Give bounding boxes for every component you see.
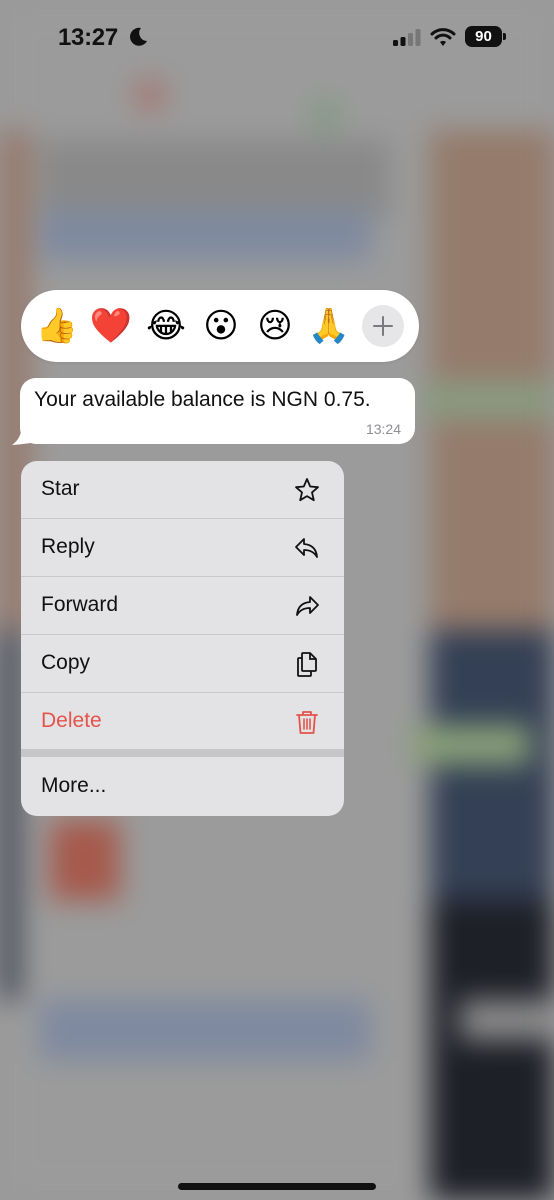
menu-item-copy[interactable]: Copy — [21, 635, 344, 692]
message-text: Your available balance is NGN 0.75. — [34, 388, 371, 411]
battery-tip — [503, 33, 506, 40]
reaction-bar: 👍 ❤️ 😂 😮 😢 🙏 — [21, 290, 419, 362]
home-indicator[interactable] — [178, 1183, 376, 1190]
star-icon — [295, 478, 319, 502]
menu-item-label: Delete — [41, 709, 102, 732]
copy-icon — [297, 652, 317, 677]
menu-section-divider — [21, 749, 344, 757]
menu-item-label: Copy — [41, 651, 91, 674]
message-bubble[interactable]: Your available balance is NGN 0.75. 13:2… — [20, 378, 415, 444]
menu-item-forward[interactable]: Forward — [21, 577, 344, 634]
menu-item-label: More... — [41, 774, 107, 797]
folded-hands-reaction[interactable]: 🙏 — [307, 304, 351, 348]
reply-icon — [295, 538, 318, 558]
menu-item-reply[interactable]: Reply — [21, 519, 344, 576]
forward-icon — [296, 596, 319, 616]
menu-item-label: Star — [41, 477, 80, 500]
thumbs-up-reaction[interactable]: 👍 — [35, 304, 79, 348]
battery-level: 90 — [465, 26, 502, 47]
menu-item-delete[interactable]: Delete — [21, 693, 344, 750]
moon-icon — [127, 26, 149, 48]
wifi-icon — [430, 26, 456, 48]
battery-icon: 90 — [465, 26, 507, 48]
context-menu: Star Reply Forward Copy Delete More... — [21, 461, 344, 816]
trash-icon — [296, 711, 318, 734]
cellular-signal-icon — [393, 29, 423, 47]
surprised-face-reaction[interactable]: 😮 — [199, 304, 243, 348]
message-timestamp: 13:24 — [365, 421, 401, 437]
red-heart-reaction[interactable]: ❤️ — [89, 304, 133, 348]
tears-of-joy-reaction[interactable]: 😂 — [144, 304, 188, 348]
status-bar: 13:27 90 — [0, 0, 554, 80]
menu-item-label: Forward — [41, 593, 119, 616]
menu-item-star[interactable]: Star — [21, 461, 344, 518]
status-time: 13:27 — [58, 24, 118, 51]
crying-face-reaction[interactable]: 😢 — [253, 304, 297, 348]
more-reactions-button[interactable] — [362, 305, 404, 347]
menu-item-more[interactable]: More... — [21, 758, 344, 815]
menu-item-label: Reply — [41, 535, 95, 558]
plus-icon — [373, 316, 393, 336]
